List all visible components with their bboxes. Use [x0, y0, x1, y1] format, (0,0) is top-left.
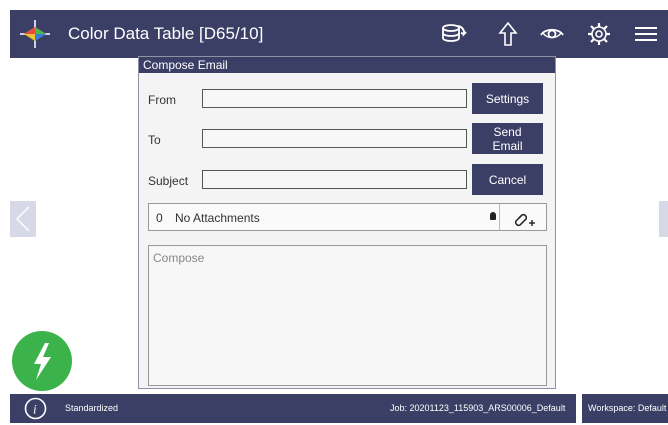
send-email-button[interactable]: Send Email	[472, 123, 543, 154]
to-field[interactable]	[202, 129, 467, 148]
status-bar: i Standardized Job: 20201123_115903_ARS0…	[10, 394, 668, 423]
lightning-action-button[interactable]	[12, 331, 72, 391]
attachments-count: 0	[156, 211, 163, 225]
dialog-title: Compose Email	[139, 57, 555, 73]
workspace-status: Workspace: Default	[588, 403, 667, 413]
top-bar: Color Data Table [D65/10]	[10, 10, 668, 58]
share-up-icon[interactable]	[494, 20, 522, 48]
standardized-status: Standardized	[65, 403, 119, 413]
logo-icon	[18, 18, 52, 50]
settings-button[interactable]: Settings	[472, 83, 543, 114]
svg-text:i: i	[33, 402, 37, 417]
compose-textarea[interactable]: Compose	[148, 245, 547, 386]
lightning-icon	[34, 343, 51, 380]
gear-icon[interactable]	[585, 20, 613, 48]
from-field[interactable]	[202, 89, 467, 108]
chevron-left-icon	[15, 206, 30, 232]
database-sync-icon[interactable]	[440, 20, 468, 48]
cancel-button[interactable]: Cancel	[472, 164, 543, 195]
subject-label: Subject	[148, 174, 189, 188]
info-icon[interactable]: i	[24, 397, 47, 420]
next-page-button[interactable]	[659, 201, 668, 237]
to-label: To	[148, 133, 161, 147]
previous-page-button[interactable]	[10, 201, 36, 237]
compose-email-dialog: Compose Email From Settings To Send Emai…	[138, 56, 556, 389]
menu-icon[interactable]	[632, 20, 660, 48]
job-status: Job: 20201123_115903_ARS00006_Default	[390, 403, 566, 413]
attachments-label: No Attachments	[175, 211, 260, 225]
compose-placeholder: Compose	[153, 251, 205, 265]
eye-icon[interactable]	[538, 20, 566, 48]
add-attachment-icon[interactable]	[510, 207, 536, 229]
subject-field[interactable]	[202, 170, 467, 189]
status-divider	[576, 394, 582, 423]
dropdown-indicator-icon	[490, 212, 496, 220]
from-label: From	[148, 93, 176, 107]
attachments-dropdown[interactable]: 0 No Attachments	[148, 203, 547, 231]
divider	[499, 204, 500, 230]
app-title: Color Data Table [D65/10]	[68, 24, 264, 43]
